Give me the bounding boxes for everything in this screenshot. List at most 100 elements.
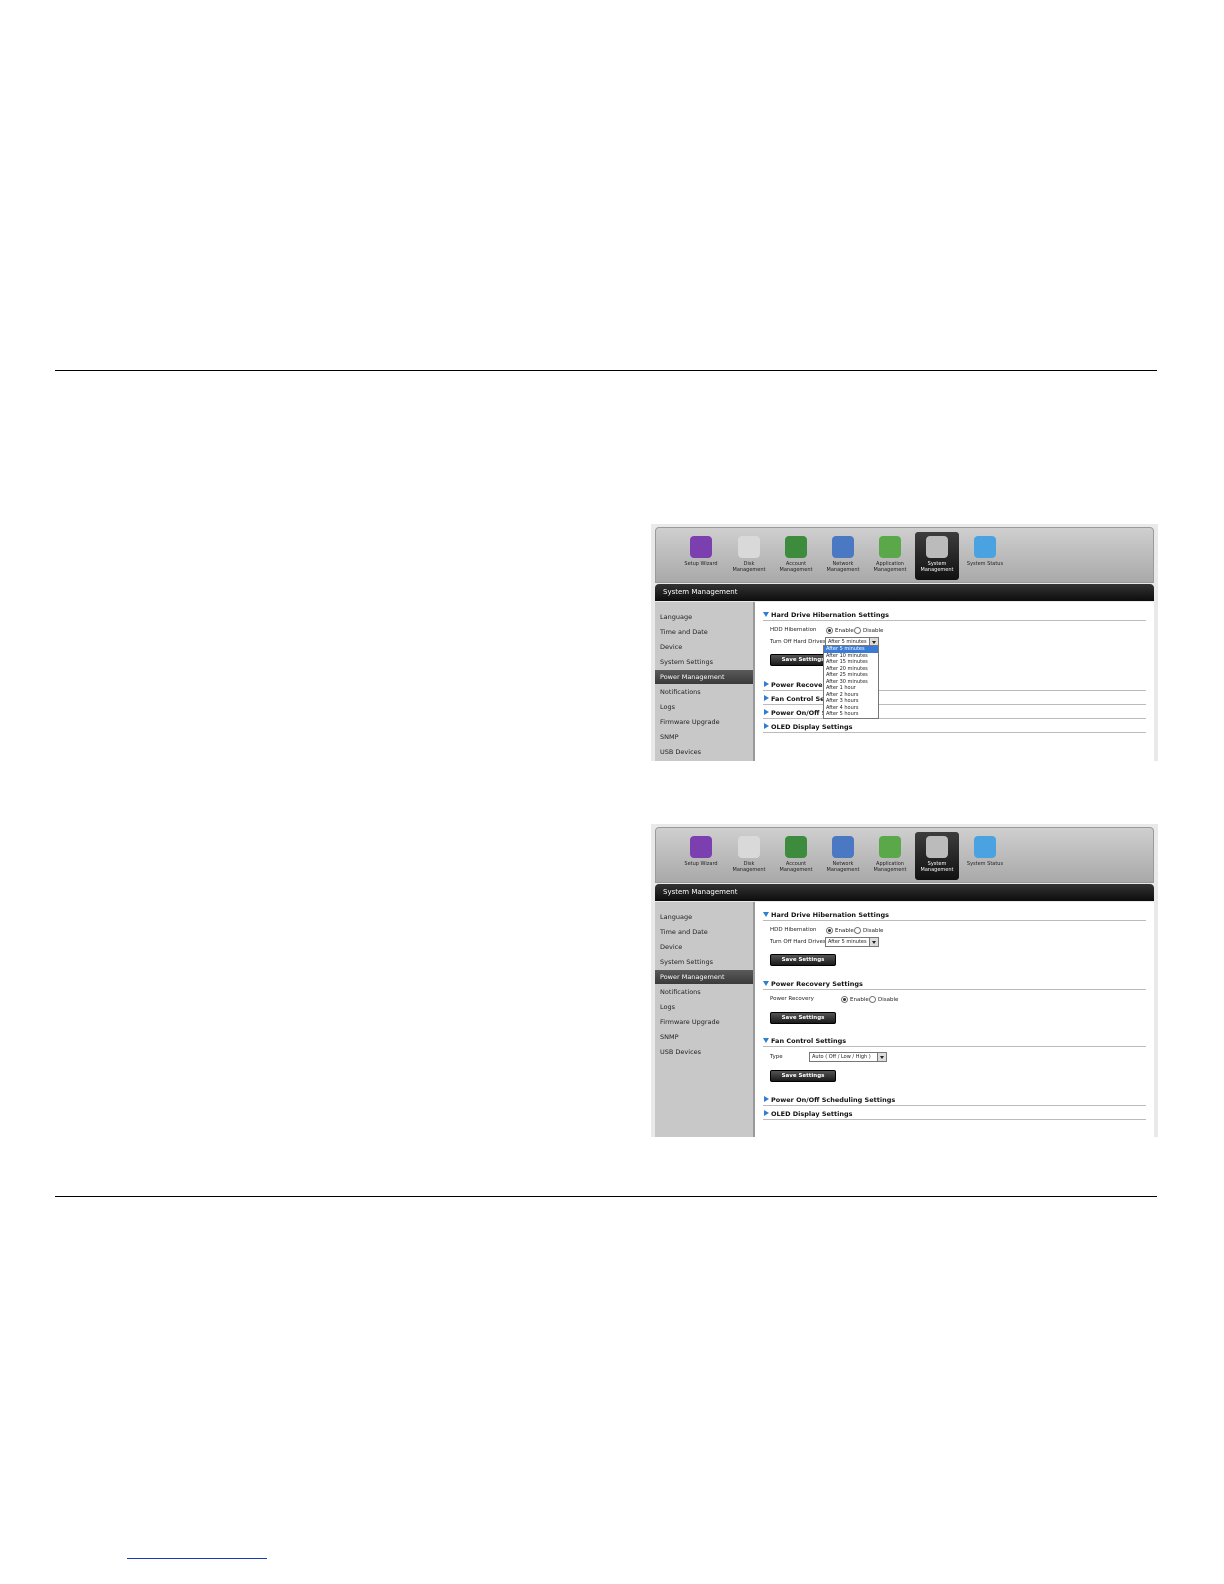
sidebar-item-system-settings[interactable]: System Settings xyxy=(655,655,753,669)
main-nav-bar: Setup Wizard Disk Management Account Manag… xyxy=(655,827,1154,883)
sidebar-item-label: Power Management xyxy=(660,673,725,681)
hibernation-disable-radio[interactable] xyxy=(854,927,861,934)
sidebar-item-label: Power Management xyxy=(660,973,725,981)
nav-label: Account Management xyxy=(779,861,813,873)
sidebar-item-usb-devices[interactable]: USB Devices xyxy=(655,1045,753,1059)
nav-disk[interactable]: Disk Management xyxy=(727,532,771,580)
turn-off-label: Turn Off Hard Drives xyxy=(770,639,826,645)
sidebar-item-snmp[interactable]: SNMP xyxy=(655,1030,753,1044)
nav-label: System Status xyxy=(966,861,1004,867)
hibernation-disable-radio[interactable] xyxy=(854,627,861,634)
hdd-hibernation-label: HDD Hibernation xyxy=(770,627,817,633)
hibernation-enable-radio[interactable] xyxy=(826,927,833,934)
section-divider xyxy=(763,989,1146,990)
hibernation-section-toggle[interactable]: Hard Drive Hibernation Settings xyxy=(763,911,889,919)
sidebar-item-logs[interactable]: Logs xyxy=(655,700,753,714)
sidebar-item-usb-devices[interactable]: USB Devices xyxy=(655,745,753,759)
sidebar-item-language[interactable]: Language xyxy=(655,610,753,624)
sidebar-item-device[interactable]: Device xyxy=(655,640,753,654)
power-recovery-disable-radio[interactable] xyxy=(869,996,876,1003)
sidebar-item-language[interactable]: Language xyxy=(655,910,753,924)
fan-type-select[interactable]: Auto ( Off / Low / High ) xyxy=(809,1052,887,1062)
oled-section-toggle[interactable]: OLED Display Settings xyxy=(763,1110,853,1118)
save-settings-button[interactable]: Save Settings xyxy=(770,1012,836,1024)
wizard-icon xyxy=(690,836,712,858)
sidebar-item-power-management[interactable]: Power Management xyxy=(655,670,753,684)
nav-label: Network Management xyxy=(826,861,860,873)
nav-application[interactable]: Application Management xyxy=(868,832,912,880)
enable-label: Enable xyxy=(850,997,869,1003)
expanded-arrow-icon xyxy=(763,612,769,617)
dropdown-option[interactable]: After 5 hours xyxy=(824,711,878,718)
power-recovery-section-toggle[interactable]: Power Recovery Settings xyxy=(763,980,863,988)
sidebar-item-device[interactable]: Device xyxy=(655,940,753,954)
account-icon xyxy=(785,836,807,858)
nav-account[interactable]: Account Management xyxy=(774,532,818,580)
nav-info[interactable]: System Status xyxy=(963,832,1007,880)
sidebar-item-time-and-date[interactable]: Time and Date xyxy=(655,625,753,639)
nav-gear[interactable]: System Management xyxy=(915,532,959,580)
network-icon xyxy=(832,836,854,858)
sidebar-item-notifications[interactable]: Notifications xyxy=(655,985,753,999)
nav-label: Application Management xyxy=(873,561,907,573)
sidebar-item-power-management[interactable]: Power Management xyxy=(655,970,753,984)
section-divider xyxy=(763,732,1146,733)
nav-gear[interactable]: System Management xyxy=(915,832,959,880)
nav-application[interactable]: Application Management xyxy=(868,532,912,580)
nav-disk[interactable]: Disk Management xyxy=(727,832,771,880)
disable-label: Disable xyxy=(863,628,884,634)
nav-info[interactable]: System Status xyxy=(963,532,1007,580)
fan-control-section-toggle[interactable]: Fan Control Settings xyxy=(763,1037,846,1045)
hibernation-section-toggle[interactable]: Hard Drive Hibernation Settings xyxy=(763,611,889,619)
section-divider xyxy=(763,718,1146,719)
footer-link-underline xyxy=(127,1558,267,1559)
turn-off-dropdown-list: After 5 minutes After 10 minutes After 15 … xyxy=(823,645,879,719)
section-divider xyxy=(763,1119,1146,1120)
sidebar-item-firmware-upgrade[interactable]: Firmware Upgrade xyxy=(655,715,753,729)
sidebar-item-firmware-upgrade[interactable]: Firmware Upgrade xyxy=(655,1015,753,1029)
nav-wizard[interactable]: Setup Wizard xyxy=(679,532,723,580)
section-header: System Management xyxy=(655,584,1154,601)
gear-icon xyxy=(926,836,948,858)
sidebar-item-label: System Settings xyxy=(660,658,713,666)
application-icon xyxy=(879,536,901,558)
nav-label: Account Management xyxy=(779,561,813,573)
power-recovery-label: Power Recovery xyxy=(770,996,814,1002)
sidebar-item-notifications[interactable]: Notifications xyxy=(655,685,753,699)
save-settings-button[interactable]: Save Settings xyxy=(770,954,836,966)
sidebar-item-label: Notifications xyxy=(660,688,701,696)
power-recovery-enable-radio[interactable] xyxy=(841,996,848,1003)
collapsed-arrow-icon xyxy=(764,709,769,715)
sidebar-item-label: Firmware Upgrade xyxy=(660,1018,720,1026)
content-panel: Hard Drive Hibernation Settings HDD Hibe… xyxy=(755,602,1154,761)
chevron-down-icon xyxy=(877,1053,886,1061)
section-divider xyxy=(763,920,1146,921)
sidebar-item-time-and-date[interactable]: Time and Date xyxy=(655,925,753,939)
nav-label: System Status xyxy=(966,561,1004,567)
collapsed-arrow-icon xyxy=(764,1096,769,1102)
collapsed-arrow-icon xyxy=(764,723,769,729)
sidebar-item-snmp[interactable]: SNMP xyxy=(655,730,753,744)
section-divider xyxy=(763,1105,1146,1106)
wizard-icon xyxy=(690,536,712,558)
nav-network[interactable]: Network Management xyxy=(821,832,865,880)
chevron-down-icon xyxy=(869,938,878,946)
sidebar-item-label: Firmware Upgrade xyxy=(660,718,720,726)
nav-wizard[interactable]: Setup Wizard xyxy=(679,832,723,880)
sidebar-item-system-settings[interactable]: System Settings xyxy=(655,955,753,969)
section-header: System Management xyxy=(655,884,1154,901)
enable-label: Enable xyxy=(835,628,854,634)
screenshot-power-management-dropdown: Setup Wizard Disk Management Account Manag… xyxy=(651,524,1158,761)
section-title: System Management xyxy=(663,888,738,896)
turn-off-select[interactable]: After 5 minutes xyxy=(825,937,879,947)
hibernation-enable-radio[interactable] xyxy=(826,627,833,634)
sidebar-item-label: System Settings xyxy=(660,958,713,966)
save-settings-button[interactable]: Save Settings xyxy=(770,1070,836,1082)
section-divider xyxy=(763,704,1146,705)
nav-network[interactable]: Network Management xyxy=(821,532,865,580)
sidebar-item-logs[interactable]: Logs xyxy=(655,1000,753,1014)
power-onoff-section-toggle[interactable]: Power On/Off Scheduling Settings xyxy=(763,1096,895,1104)
nav-account[interactable]: Account Management xyxy=(774,832,818,880)
turn-off-value: After 5 minutes xyxy=(828,939,867,945)
oled-section-toggle[interactable]: OLED Display Settings xyxy=(763,723,853,731)
